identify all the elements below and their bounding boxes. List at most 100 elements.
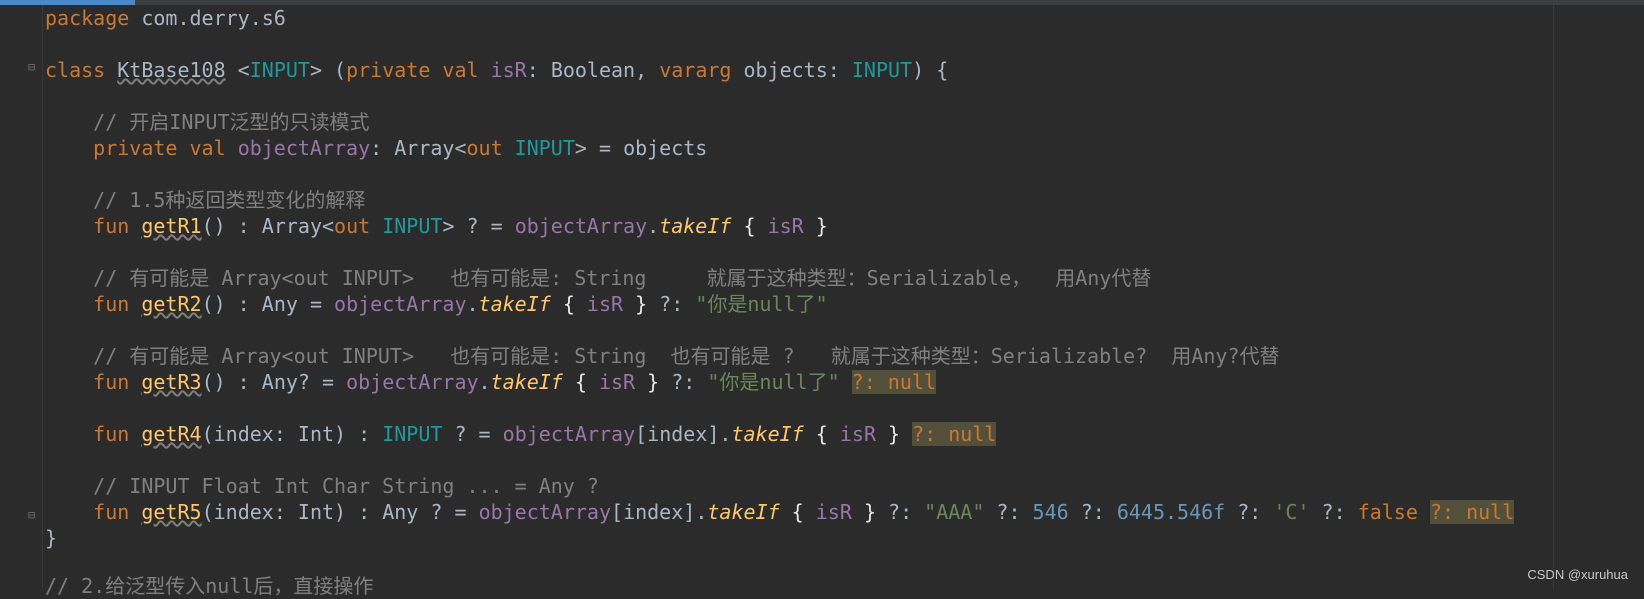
property: isR bbox=[839, 422, 876, 446]
function-name: getR1 bbox=[141, 214, 202, 238]
package-name: com.derry.s6 bbox=[141, 6, 286, 30]
param: objects bbox=[623, 136, 708, 160]
comment: // 有可能是 Array<out INPUT> 也有可能是: String 就… bbox=[93, 266, 1152, 290]
code-line-class: class KtBase108 <INPUT> (private val isR… bbox=[45, 58, 949, 82]
code-line-getR1: fun getR1() : Array<out INPUT> ? = objec… bbox=[93, 214, 828, 238]
function-name: getR4 bbox=[141, 422, 202, 446]
number: 6445.546f bbox=[1116, 500, 1226, 524]
code-line-package: package com.derry.s6 bbox=[45, 5, 1644, 31]
property: objectArray bbox=[237, 136, 371, 160]
code-editor[interactable]: package com.derry.s6 class KtBase108 <IN… bbox=[45, 5, 1644, 599]
keyword: out bbox=[334, 214, 371, 238]
type: Any bbox=[261, 292, 298, 316]
fold-open-icon[interactable]: ⊟ bbox=[28, 61, 40, 73]
type: Int bbox=[297, 422, 335, 446]
property: objectArray bbox=[502, 422, 636, 446]
function-name: getR2 bbox=[141, 292, 202, 316]
function-call: takeIf bbox=[659, 214, 732, 238]
type: Array bbox=[394, 136, 455, 160]
param: objects bbox=[743, 58, 828, 82]
elvis-null-highlight: ?: null bbox=[1429, 500, 1515, 524]
code-line-getR2: fun getR2() : Any = objectArray.takeIf {… bbox=[93, 292, 828, 316]
keyword: private bbox=[93, 136, 178, 160]
keyword: vararg bbox=[659, 58, 732, 82]
code-line-getR5: fun getR5(index: Int) : Any ? = objectAr… bbox=[93, 500, 1515, 524]
property: isR bbox=[586, 292, 624, 316]
comment: // 开启INPUT泛型的只读模式 bbox=[93, 110, 370, 134]
property: isR bbox=[815, 500, 852, 524]
property: objectArray bbox=[514, 214, 648, 238]
keyword: class bbox=[45, 58, 106, 82]
keyword: fun bbox=[93, 422, 130, 446]
code-line-getR4: fun getR4(index: Int) : INPUT ? = object… bbox=[93, 422, 997, 446]
type: Array bbox=[261, 214, 322, 238]
type-param: INPUT bbox=[382, 422, 443, 446]
type-param: INPUT bbox=[382, 214, 443, 238]
code-line-comment: // 1.5种返回类型变化的解释 bbox=[45, 187, 1644, 213]
string: "你是null了" bbox=[707, 370, 840, 394]
property: objectArray bbox=[346, 370, 479, 394]
number: 546 bbox=[1032, 500, 1069, 524]
property: objectArray bbox=[334, 292, 467, 316]
class-name: KtBase108 bbox=[117, 58, 226, 82]
code-line-cut: // 2.给泛型传入null后，直接操作 bbox=[45, 573, 1644, 599]
string: "你是null了" bbox=[695, 292, 828, 316]
char: 'C' bbox=[1273, 500, 1310, 524]
keyword: val bbox=[189, 136, 226, 160]
type: Boolean bbox=[550, 58, 636, 82]
type-param: INPUT bbox=[851, 58, 913, 82]
keyword: fun bbox=[93, 370, 130, 394]
keyword: false bbox=[1357, 500, 1418, 524]
param: isR bbox=[490, 58, 527, 82]
editor-gutter bbox=[0, 5, 42, 588]
watermark: CSDN @xuruhua bbox=[1527, 567, 1628, 582]
property: isR bbox=[767, 214, 804, 238]
gutter-divider bbox=[42, 5, 43, 588]
property: isR bbox=[598, 370, 636, 394]
function-name: getR3 bbox=[141, 370, 202, 394]
function-name: getR5 bbox=[141, 500, 202, 524]
comment: // INPUT Float Int Char String ... = Any… bbox=[93, 474, 599, 498]
code-line-prop: private val objectArray: Array<out INPUT… bbox=[93, 136, 708, 160]
function-call: takeIf bbox=[478, 292, 551, 316]
code-line-comment: // 有可能是 Array<out INPUT> 也有可能是: String 也… bbox=[45, 343, 1644, 369]
keyword: fun bbox=[93, 292, 130, 316]
code-line-comment: // 开启INPUT泛型的只读模式 bbox=[45, 109, 1644, 135]
comment: // 有可能是 Array<out INPUT> 也有可能是: String 也… bbox=[93, 344, 1280, 368]
param: index bbox=[213, 422, 274, 446]
type: Any bbox=[261, 370, 298, 394]
type: Int bbox=[297, 500, 335, 524]
keyword: private bbox=[346, 58, 431, 82]
elvis-null-highlight: ?: null bbox=[851, 370, 936, 394]
string: "AAA" bbox=[924, 500, 985, 524]
keyword: out bbox=[466, 136, 503, 160]
keyword: fun bbox=[93, 500, 130, 524]
property: objectArray bbox=[478, 500, 612, 524]
param: index bbox=[213, 500, 274, 524]
keyword: val bbox=[442, 58, 479, 82]
code-line-comment: // INPUT Float Int Char String ... = Any… bbox=[45, 473, 1644, 499]
type: Any bbox=[382, 500, 419, 524]
comment: // 2.给泛型传入null后，直接操作 bbox=[45, 574, 374, 598]
function-call: takeIf bbox=[731, 422, 804, 446]
function-call: takeIf bbox=[707, 500, 780, 524]
keyword: fun bbox=[93, 214, 130, 238]
keyword: package bbox=[45, 6, 130, 30]
code-line-getR3: fun getR3() : Any? = objectArray.takeIf … bbox=[93, 370, 936, 394]
comment: // 1.5种返回类型变化的解释 bbox=[93, 188, 366, 212]
type-param: INPUT bbox=[514, 136, 575, 160]
code-line-comment: // 有可能是 Array<out INPUT> 也有可能是: String 就… bbox=[45, 265, 1644, 291]
fold-close-icon[interactable]: ⊟ bbox=[28, 509, 40, 521]
function-call: takeIf bbox=[490, 370, 563, 394]
type-param: INPUT bbox=[249, 58, 310, 82]
param: index bbox=[623, 500, 684, 524]
elvis-null-highlight: ?: null bbox=[912, 422, 997, 446]
param: index bbox=[647, 422, 708, 446]
